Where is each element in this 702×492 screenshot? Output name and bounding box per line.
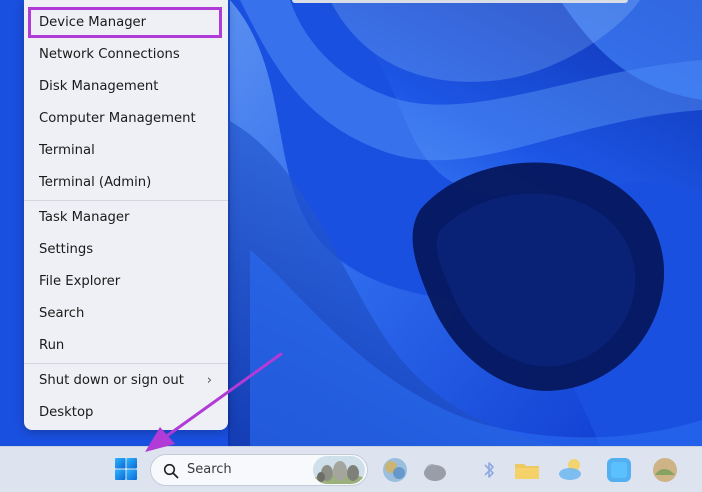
bluetooth-icon[interactable]: [474, 455, 504, 485]
menu-separator: [24, 200, 228, 201]
search-icon: [163, 463, 179, 479]
menu-item-terminal-admin[interactable]: Terminal (Admin): [24, 168, 228, 198]
file-explorer-icon[interactable]: [512, 455, 542, 485]
menu-item-desktop[interactable]: Desktop: [24, 398, 228, 428]
search-highlight-illustration: [313, 456, 365, 484]
chevron-right-icon: ›: [206, 373, 212, 388]
menu-item-label: Terminal (Admin): [39, 175, 152, 190]
highlight-box: [28, 7, 222, 38]
menu-item-computer-management[interactable]: Computer Management: [24, 104, 228, 134]
menu-separator: [24, 363, 228, 364]
store-icon[interactable]: [604, 455, 634, 485]
menu-item-label: Terminal: [39, 143, 95, 158]
menu-item-label: Desktop: [39, 405, 94, 420]
quick-link-menu: Device Manager Network Connections Disk …: [24, 0, 228, 430]
menu-item-terminal[interactable]: Terminal: [24, 136, 228, 166]
menu-item-label: Run: [39, 338, 65, 353]
window-edge: [292, 0, 628, 3]
menu-item-run[interactable]: Run: [24, 331, 228, 361]
taskbar: Search: [0, 446, 702, 492]
menu-item-label: Network Connections: [39, 47, 180, 62]
weather-icon[interactable]: [556, 455, 586, 485]
menu-item-network-connections[interactable]: Network Connections: [24, 40, 228, 70]
menu-item-label: Computer Management: [39, 111, 196, 126]
menu-item-label: Search: [39, 306, 85, 321]
taskbar-search-box[interactable]: Search: [150, 454, 368, 486]
menu-item-file-explorer[interactable]: File Explorer: [24, 267, 228, 297]
photos-icon[interactable]: [650, 455, 680, 485]
search-label: Search: [187, 462, 232, 477]
menu-item-label: File Explorer: [39, 274, 121, 289]
menu-item-search[interactable]: Search: [24, 299, 228, 329]
menu-item-task-manager[interactable]: Task Manager: [24, 203, 228, 233]
menu-item-label: Settings: [39, 242, 94, 257]
windows-start-icon[interactable]: [114, 457, 138, 481]
menu-item-label: Task Manager: [39, 210, 130, 225]
widgets-icon[interactable]: [420, 455, 450, 485]
menu-item-label: Shut down or sign out: [39, 373, 184, 388]
copilot-icon[interactable]: [380, 455, 410, 485]
menu-item-disk-management[interactable]: Disk Management: [24, 72, 228, 102]
menu-item-settings[interactable]: Settings: [24, 235, 228, 265]
menu-item-label: Disk Management: [39, 79, 159, 94]
menu-item-shut-down-or-sign-out[interactable]: Shut down or sign out ›: [24, 366, 228, 396]
